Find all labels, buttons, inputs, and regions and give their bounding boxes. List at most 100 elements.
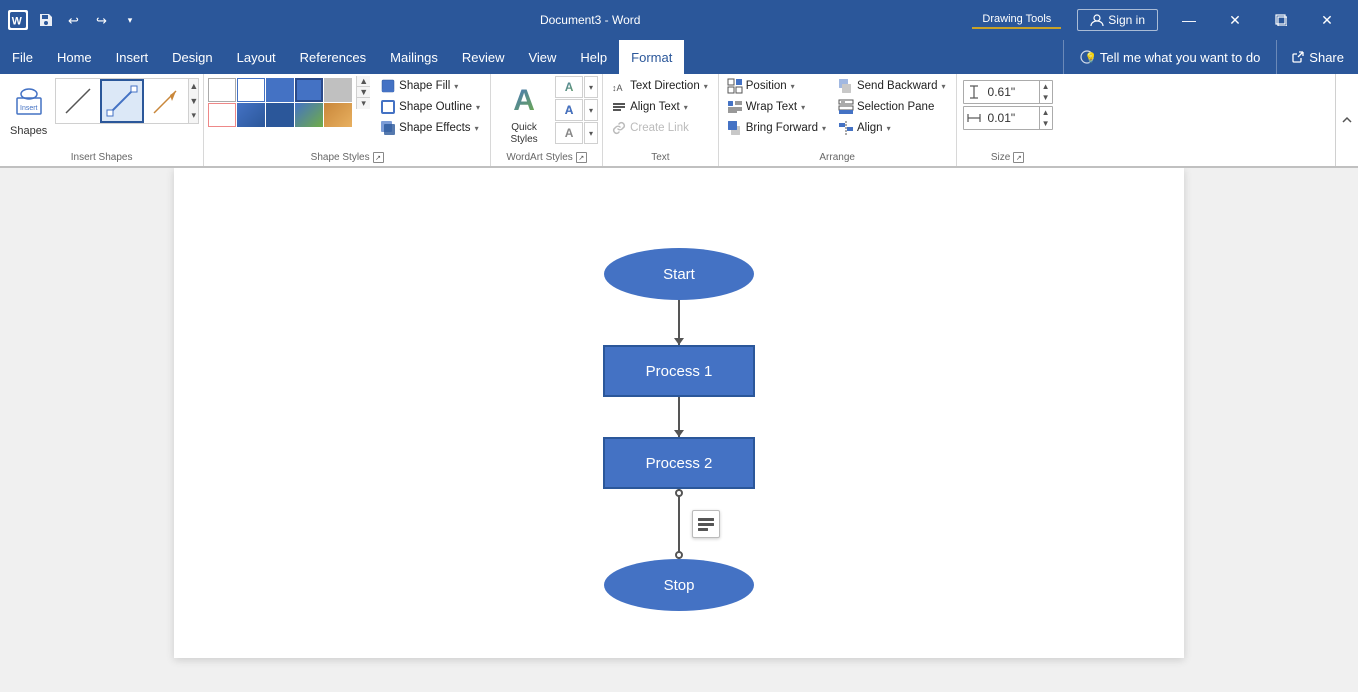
wordart-expand-icon[interactable]: ↗ (576, 152, 587, 163)
text-fill-button[interactable]: A (555, 76, 583, 98)
connector-dot-bottom (675, 551, 683, 559)
selection-pane-button[interactable]: Selection Pane (834, 97, 952, 117)
align-button[interactable]: Align ▾ (834, 118, 952, 138)
height-icon (964, 85, 984, 99)
style-preset-6[interactable] (208, 103, 236, 127)
style-preset-2[interactable] (237, 78, 265, 102)
style-preset-3[interactable] (266, 78, 294, 102)
menu-review[interactable]: Review (450, 40, 517, 74)
customize-quick-access-button[interactable]: ▾ (118, 8, 142, 32)
menu-insert[interactable]: Insert (104, 40, 161, 74)
menu-help[interactable]: Help (568, 40, 619, 74)
style-preset-4[interactable] (295, 78, 323, 102)
align-text-button[interactable]: Align Text ▾ (607, 97, 714, 117)
styles-scroll-up[interactable]: ▲ (357, 76, 370, 87)
flowchart-process2-node: Process 2 (603, 437, 755, 489)
style-preset-10[interactable] (324, 103, 352, 127)
style-preset-7[interactable] (237, 103, 265, 127)
text-effects-button[interactable]: A (555, 122, 583, 144)
text-effects-caret[interactable]: ▾ (584, 122, 598, 144)
menu-bar: File Home Insert Design Layout Reference… (0, 40, 1358, 74)
wrap-text-caret: ▾ (801, 103, 805, 112)
save-button[interactable] (34, 8, 58, 32)
start-ellipse[interactable]: Start (604, 248, 754, 300)
menu-layout[interactable]: Layout (225, 40, 288, 74)
sign-in-button[interactable]: Sign in (1077, 9, 1158, 31)
width-icon (964, 111, 984, 125)
share-button[interactable]: Share (1276, 40, 1358, 74)
process2-rect[interactable]: Process 2 (603, 437, 755, 489)
gallery-scroll-down[interactable]: ▼ (189, 94, 198, 109)
menu-home[interactable]: Home (45, 40, 104, 74)
shape-effects-button[interactable]: Shape Effects ▾ (376, 118, 486, 138)
quick-styles-button[interactable]: A QuickStyles (495, 76, 553, 150)
height-field[interactable]: 0.61" ▲ ▼ (963, 80, 1053, 104)
restore-button[interactable] (1258, 0, 1304, 40)
width-value[interactable]: 0.01" (984, 111, 1039, 125)
shape-fill-caret: ▾ (454, 82, 458, 91)
word-document[interactable]: Start Process 1 (174, 168, 1184, 658)
group-arrange-label: Arrange (819, 152, 855, 163)
width-up-arrow[interactable]: ▲ (1040, 107, 1052, 118)
position-caret: ▾ (791, 82, 795, 91)
gallery-item-line[interactable] (56, 79, 100, 123)
menu-file[interactable]: File (0, 40, 45, 74)
size-expand-icon[interactable]: ↗ (1013, 152, 1024, 163)
style-preset-5[interactable] (324, 78, 352, 102)
group-shape-styles: ▲ ▼ ▾ Shape Fill ▾ (204, 74, 491, 166)
create-link-button[interactable]: Create Link (607, 118, 714, 138)
style-preset-1[interactable] (208, 78, 236, 102)
shape-outline-button[interactable]: Shape Outline ▾ (376, 97, 486, 117)
height-down-arrow[interactable]: ▼ (1040, 92, 1052, 103)
gallery-expand[interactable]: ▾ (189, 108, 198, 123)
close-button[interactable]: ✕ (1304, 0, 1350, 40)
shape-styles-expand-icon[interactable]: ↗ (373, 152, 384, 163)
style-preset-8[interactable] (266, 103, 294, 127)
width-down-arrow[interactable]: ▼ (1040, 118, 1052, 129)
style-preset-9[interactable] (295, 103, 323, 127)
text-fill-caret[interactable]: ▾ (584, 76, 598, 98)
menu-references[interactable]: References (288, 40, 378, 74)
width-field[interactable]: 0.01" ▲ ▼ (963, 106, 1053, 130)
bring-forward-button[interactable]: Bring Forward ▾ (723, 118, 832, 138)
height-up-arrow[interactable]: ▲ (1040, 81, 1052, 92)
redo-button[interactable]: ↪ (90, 8, 114, 32)
layout-icon-button[interactable] (692, 510, 720, 538)
styles-scroll: ▲ ▼ ▾ (356, 76, 370, 109)
height-value[interactable]: 0.61" (984, 85, 1039, 99)
title-bar: W ↩ ↪ (0, 0, 1358, 40)
text-outline-caret[interactable]: ▾ (584, 99, 598, 121)
flowchart-stop-node: Stop (604, 559, 754, 611)
shapes-button[interactable]: Insert Shapes (4, 76, 53, 139)
styles-expand[interactable]: ▾ (357, 98, 370, 109)
position-icon (727, 78, 743, 94)
drawing-tools-label: Drawing Tools (972, 11, 1061, 29)
ribbon-collapse-button[interactable] (1335, 74, 1358, 166)
menu-design[interactable]: Design (160, 40, 224, 74)
gallery-scroll-up[interactable]: ▲ (189, 79, 198, 94)
stop-ellipse[interactable]: Stop (604, 559, 754, 611)
wrap-text-button[interactable]: Wrap Text ▾ (723, 97, 832, 117)
maximize-button[interactable]: ✕︎ (1212, 0, 1258, 40)
align-caret: ▾ (887, 124, 891, 133)
gallery-item-arrow[interactable] (144, 79, 188, 123)
document-title: Document3 - Word (208, 13, 972, 27)
canvas-area[interactable]: Start Process 1 (0, 168, 1358, 692)
send-backward-button[interactable]: Send Backward ▾ (834, 76, 952, 96)
text-direction-button[interactable]: ↕A Text Direction ▾ (607, 76, 714, 96)
menu-view[interactable]: View (516, 40, 568, 74)
position-button[interactable]: Position ▾ (723, 76, 832, 96)
quick-styles-area (208, 76, 352, 129)
menu-format[interactable]: Format (619, 40, 684, 74)
tell-me-input[interactable]: 💡 Tell me what you want to do (1063, 40, 1276, 74)
svg-text:↕A: ↕A (612, 83, 623, 93)
styles-scroll-down[interactable]: ▼ (357, 87, 370, 98)
shape-fill-button[interactable]: Shape Fill ▾ (376, 76, 486, 96)
text-outline-button[interactable]: A (555, 99, 583, 121)
minimize-button[interactable]: — (1166, 0, 1212, 40)
process1-rect[interactable]: Process 1 (603, 345, 755, 397)
shape-outline-caret: ▾ (476, 103, 480, 112)
menu-mailings[interactable]: Mailings (378, 40, 450, 74)
undo-button[interactable]: ↩ (62, 8, 86, 32)
gallery-item-line-selected[interactable] (100, 79, 144, 123)
